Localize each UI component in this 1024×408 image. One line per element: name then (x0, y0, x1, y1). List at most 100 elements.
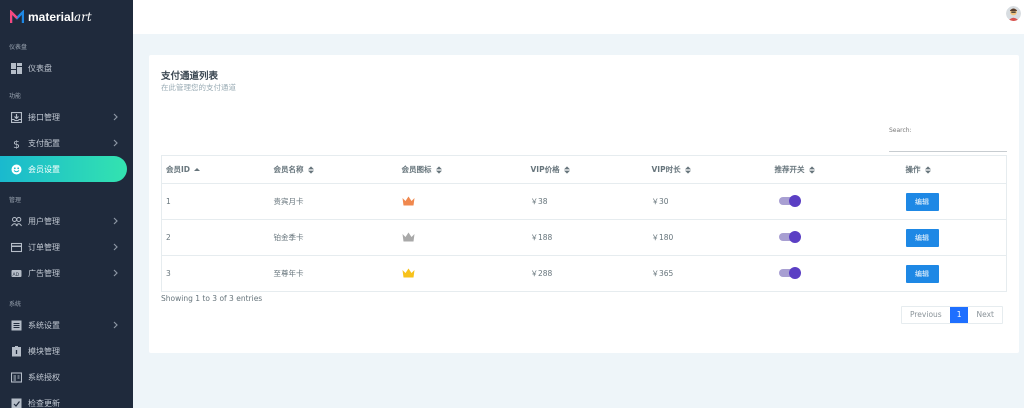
table-info: Showing 1 to 3 of 3 entries (161, 294, 263, 303)
column-header-recommend[interactable]: 推荐开关 (770, 155, 902, 184)
sort-asc-icon (194, 168, 201, 171)
column-header-action[interactable]: 操作 (901, 155, 1007, 184)
cell-price: ￥188 (526, 219, 648, 256)
column-header-price[interactable]: VIP价格 (526, 155, 648, 184)
table-row: 2 铂金季卡 ￥188 ￥180 编辑 (161, 219, 1007, 256)
pagination-page[interactable]: 1 (949, 307, 969, 323)
card-icon (11, 242, 22, 252)
sidebar-item-users[interactable]: 用户管理 (0, 208, 133, 234)
sidebar-item-api[interactable]: 接口管理 (0, 104, 133, 130)
column-header-duration[interactable]: VIP时长 (647, 155, 771, 184)
sidebar-item-label: 检查更新 (28, 398, 60, 408)
user-avatar-icon (1006, 6, 1021, 21)
sidebar-item-label: 接口管理 (28, 112, 60, 122)
column-header-id[interactable]: 会员ID (161, 155, 270, 184)
sidebar-item-dashboard[interactable]: 仪表盘 (0, 55, 133, 81)
sidebar-item-label: 用户管理 (28, 216, 60, 226)
brand[interactable]: materialart (0, 0, 133, 34)
search-box: Search: (889, 127, 1007, 152)
sidebar-item-label: 仪表盘 (28, 63, 52, 73)
cell-name: 贵宾月卡 (269, 183, 398, 220)
smile-icon (11, 164, 22, 174)
cell-id: 1 (161, 183, 270, 220)
sort-both-icon (924, 166, 931, 174)
sidebar-item-system-settings[interactable]: 系统设置 (0, 312, 133, 338)
cell-action: 编辑 (901, 255, 1007, 292)
ad-icon: AD (11, 269, 22, 277)
pagination-next[interactable]: Next (968, 307, 1001, 323)
column-header-label: VIP价格 (530, 165, 560, 174)
sidebar-item-membership[interactable]: 会员设置 (0, 156, 127, 182)
toggle-knob (788, 230, 801, 243)
table-row: 3 至尊年卡 ￥288 ￥365 编辑 (161, 255, 1007, 292)
sidebar-item-label: 系统设置 (28, 320, 60, 330)
chevron-right-icon (113, 243, 118, 251)
update-icon (11, 398, 22, 408)
sidebar-item-label: 支付配置 (28, 138, 60, 148)
sidebar-item-label: 系统授权 (28, 372, 60, 382)
toggle-knob (788, 266, 801, 279)
edit-button[interactable]: 编辑 (905, 264, 939, 283)
recommend-toggle[interactable] (778, 194, 801, 207)
cell-recommend (770, 255, 902, 292)
dashboard-icon (11, 62, 22, 74)
cell-duration: ￥180 (647, 219, 771, 256)
nav-section-management: 管理 (9, 197, 22, 204)
cell-action: 编辑 (901, 219, 1007, 256)
pagination: Previous 1 Next (901, 306, 1003, 324)
chevron-right-icon (113, 269, 118, 277)
sidebar-item-ads[interactable]: AD 广告管理 (0, 260, 133, 286)
membership-table: 会员ID 会员名称 会员图标 VIP价格 VIP时长 推荐开关 操作 1 贵宾月… (161, 155, 1007, 292)
brand-name: materialart (28, 10, 92, 24)
crown-shape (402, 268, 414, 277)
sidebar-item-check-update[interactable]: 检查更新 (0, 390, 133, 408)
sidebar-item-payment[interactable]: $ 支付配置 (0, 130, 133, 156)
membership-card: 支付通道列表 在此管理您的支付通道 Search: 会员ID 会员名称 会员图标… (149, 55, 1019, 353)
cell-name: 至尊年卡 (269, 255, 398, 292)
sidebar-item-label: 订单管理 (28, 242, 60, 252)
sidebar: materialart 仪表盘 仪表盘 功能 接口管理 $ 支付配置 会员设置 … (0, 0, 133, 408)
chevron-right-icon (113, 113, 118, 121)
cell-icon (397, 183, 527, 220)
nav-section-dashboard: 仪表盘 (9, 44, 28, 51)
column-header-label: 会员ID (166, 165, 191, 174)
cell-duration: ￥30 (647, 183, 771, 220)
cell-price: ￥288 (526, 255, 648, 292)
sidebar-item-modules[interactable]: 模块管理 (0, 338, 133, 364)
chevron-right-icon (113, 139, 118, 147)
chevron-right-icon (113, 321, 118, 329)
crown-icon (402, 196, 414, 205)
cell-id: 3 (161, 255, 270, 292)
sort-both-icon (684, 166, 691, 174)
page-title: 支付通道列表 (161, 71, 219, 82)
column-header-label: VIP时长 (651, 165, 681, 174)
pagination-previous[interactable]: Previous (902, 307, 950, 323)
recommend-toggle[interactable] (778, 266, 801, 279)
nav-section-features: 功能 (9, 93, 22, 100)
topbar (133, 0, 1024, 34)
recommend-toggle[interactable] (778, 230, 801, 243)
sort-both-icon (808, 166, 815, 174)
inbox-icon (11, 111, 22, 123)
column-header-icon[interactable]: 会员图标 (397, 155, 527, 184)
sidebar-item-orders[interactable]: 订单管理 (0, 234, 133, 260)
avatar[interactable] (1006, 6, 1021, 21)
edit-button[interactable]: 编辑 (905, 228, 939, 247)
column-header-label: 会员名称 (273, 165, 304, 174)
auth-icon (11, 371, 22, 383)
svg-text:$: $ (13, 138, 20, 149)
search-label: Search: (889, 127, 912, 134)
cell-id: 2 (161, 219, 270, 256)
column-header-label: 操作 (905, 165, 921, 174)
sort-both-icon (307, 166, 314, 174)
cell-name: 铂金季卡 (269, 219, 398, 256)
nav-section-system: 系统 (9, 301, 22, 308)
sidebar-item-authorization[interactable]: 系统授权 (0, 364, 133, 390)
edit-button[interactable]: 编辑 (905, 192, 939, 211)
column-header-label: 推荐开关 (774, 165, 805, 174)
brand-logo-icon (10, 10, 24, 23)
sort-both-icon (563, 166, 570, 174)
page-subtitle: 在此管理您的支付通道 (161, 83, 236, 92)
search-input[interactable] (889, 138, 1007, 152)
column-header-name[interactable]: 会员名称 (269, 155, 398, 184)
